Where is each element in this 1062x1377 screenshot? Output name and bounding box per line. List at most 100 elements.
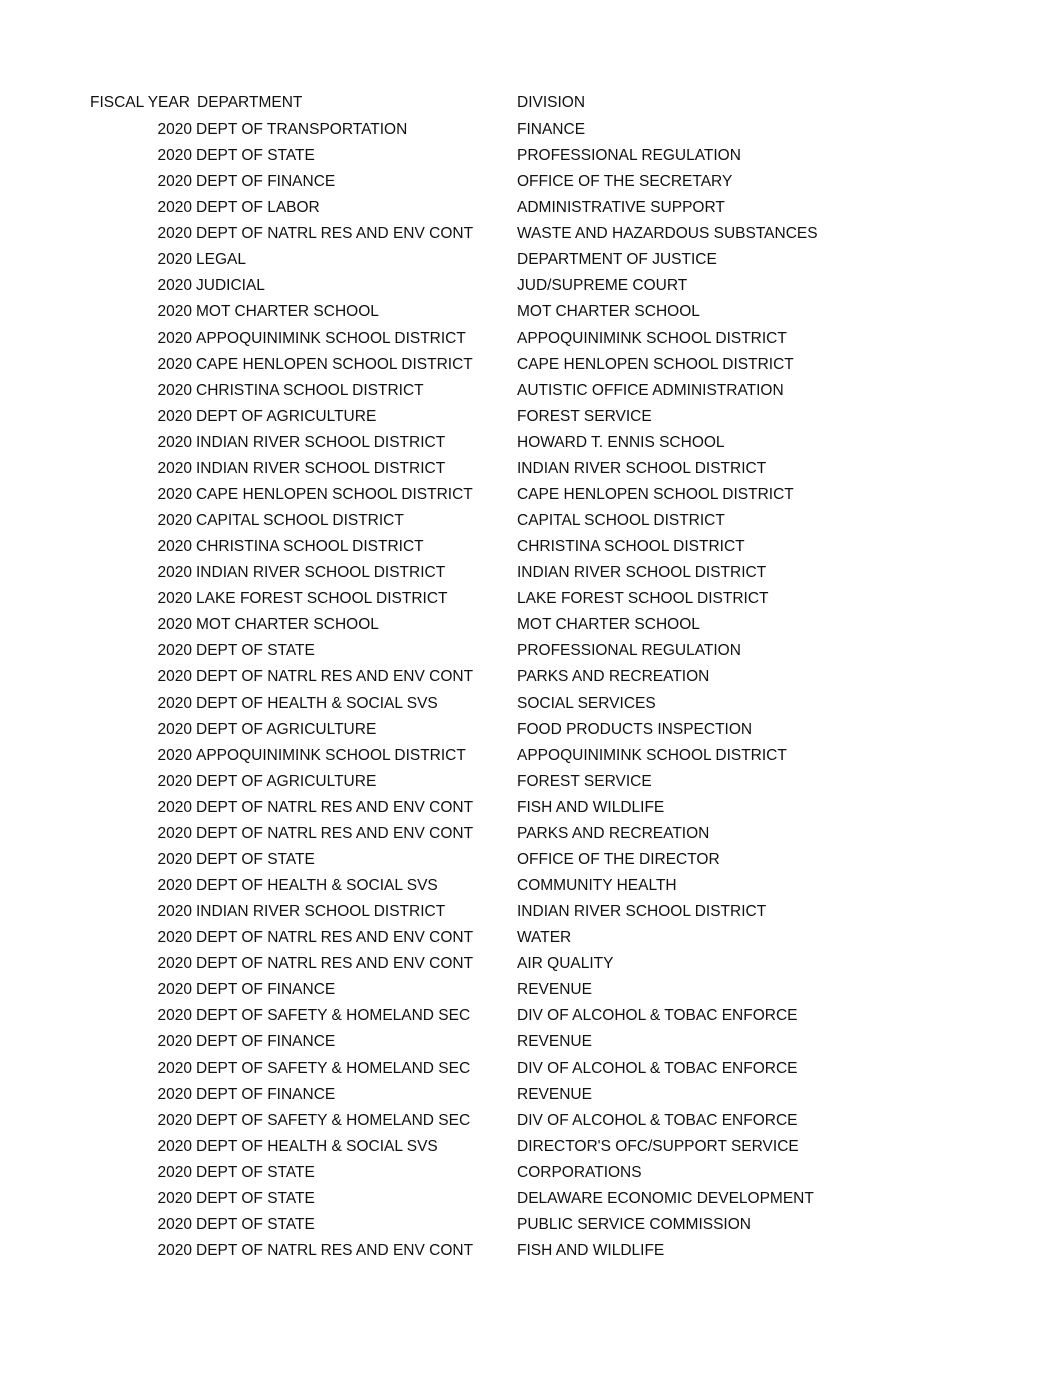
- fiscal-year-cell: 2020: [157, 407, 192, 425]
- department-cell: DEPT OF AGRICULTURE: [196, 772, 377, 790]
- department-cell: INDIAN RIVER SCHOOL DISTRICT: [196, 459, 446, 477]
- department-cell: DEPT OF HEALTH & SOCIAL SVS: [196, 694, 438, 712]
- division-cell: MOT CHARTER SCHOOL: [517, 616, 700, 634]
- fiscal-year-cell: 2020: [157, 121, 192, 138]
- fiscal-year-cell: 2020: [157, 798, 192, 816]
- table-row: 2020 DEPT OF NATRL RES AND ENV CONT WATER: [0, 925, 1062, 951]
- fiscal-year-cell: 2020: [157, 1242, 192, 1259]
- fiscal-year-cell: 2020: [157, 564, 192, 582]
- department-cell: DEPT OF SAFETY & HOMELAND SEC: [196, 1111, 471, 1129]
- header-row: FISCAL YEAR DEPARTMENT DIVISION: [0, 90, 1062, 116]
- division-cell: FINANCE: [517, 121, 586, 138]
- fiscal-year-cell: 2020: [157, 1111, 192, 1129]
- table-row: 2020 DEPT OF NATRL RES AND ENV CONT WASTE …: [0, 221, 1062, 247]
- department-cell: DEPT OF TRANSPORTATION: [196, 121, 408, 138]
- fiscal-year-cell: 2020: [157, 1059, 192, 1077]
- department-cell: DEPT OF HEALTH & SOCIAL SVS: [196, 1137, 438, 1155]
- department-cell: MOT CHARTER SCHOOL: [196, 303, 379, 321]
- division-cell: DEPARTMENT OF JUSTICE: [517, 251, 717, 269]
- fiscal-year-cell: 2020: [157, 173, 192, 191]
- table-row: 2020 DEPT OF HEALTH & SOCIAL SVS SOCIAL SE…: [0, 691, 1062, 717]
- division-cell: AIR QUALITY: [517, 955, 614, 973]
- department-cell: DEPT OF STATE: [196, 850, 315, 868]
- division-cell: DIRECTOR'S OFC/SUPPORT SERVICE: [517, 1137, 799, 1155]
- table-row: 2020 JUDICIAL JUD/SUPREME COURT: [0, 273, 1062, 299]
- table-row: 2020 CAPITAL SCHOOL DISTRICT CAPITAL SCHOO…: [0, 508, 1062, 534]
- table-row: 2020 INDIAN RIVER SCHOOL DISTRICT INDIAN R…: [0, 899, 1062, 925]
- table-row: 2020 LAKE FOREST SCHOOL DISTRICT LAKE FORE…: [0, 586, 1062, 612]
- fiscal-year-cell: 2020: [157, 147, 192, 165]
- table-row: 2020 DEPT OF NATRL RES AND ENV CONT FISH A…: [0, 1238, 1062, 1264]
- division-cell: CAPE HENLOPEN SCHOOL DISTRICT: [517, 485, 794, 503]
- fiscal-year-cell: 2020: [157, 616, 192, 634]
- division-cell: FOOD PRODUCTS INSPECTION: [517, 720, 753, 738]
- table-row: 2020 DEPT OF SAFETY & HOMELAND SEC DIV OF …: [0, 1108, 1062, 1134]
- division-cell: AUTISTIC OFFICE ADMINISTRATION: [517, 381, 784, 399]
- fiscal-year-cell: 2020: [157, 251, 192, 269]
- header-department: DEPARTMENT: [197, 94, 303, 111]
- department-cell: DEPT OF FINANCE: [196, 1033, 336, 1051]
- department-cell: APPOQUINIMINK SCHOOL DISTRICT: [196, 329, 466, 347]
- fiscal-year-cell: 2020: [157, 903, 192, 921]
- spreadsheet-page: FISCAL YEAR DEPARTMENT DIVISION 2020 DEPT…: [0, 0, 1062, 1377]
- division-cell: LAKE FOREST SCHOOL DISTRICT: [517, 590, 769, 608]
- division-cell: DIV OF ALCOHOL & TOBAC ENFORCE: [517, 1111, 798, 1129]
- division-cell: OFFICE OF THE DIRECTOR: [517, 850, 720, 868]
- fiscal-year-cell: 2020: [157, 642, 192, 660]
- department-cell: CAPITAL SCHOOL DISTRICT: [196, 512, 404, 530]
- table-row: 2020 DEPT OF FINANCE OFFICE OF THE SECRETA…: [0, 169, 1062, 195]
- department-cell: DEPT OF HEALTH & SOCIAL SVS: [196, 877, 438, 895]
- table-row: 2020 DEPT OF SAFETY & HOMELAND SEC DIV OF …: [0, 1003, 1062, 1029]
- department-cell: DEPT OF NATRL RES AND ENV CONT: [196, 668, 474, 686]
- department-cell: DEPT OF NATRL RES AND ENV CONT: [196, 225, 474, 243]
- department-cell: CHRISTINA SCHOOL DISTRICT: [196, 538, 424, 556]
- table-row: 2020 DEPT OF TRANSPORTATION FINANCE: [0, 117, 1062, 143]
- division-cell: DIV OF ALCOHOL & TOBAC ENFORCE: [517, 1059, 798, 1077]
- table-row: 2020 DEPT OF AGRICULTURE FOREST SERVICE: [0, 769, 1062, 795]
- fiscal-year-cell: 2020: [157, 433, 192, 451]
- fiscal-year-cell: 2020: [157, 746, 192, 764]
- division-cell: DIV OF ALCOHOL & TOBAC ENFORCE: [517, 1007, 798, 1025]
- table-row: 2020 DEPT OF LABOR ADMINISTRATIVE SUPPORT: [0, 195, 1062, 221]
- table-row: 2020 DEPT OF NATRL RES AND ENV CONT PARKS …: [0, 821, 1062, 847]
- division-cell: DELAWARE ECONOMIC DEVELOPMENT: [517, 1189, 814, 1207]
- department-cell: DEPT OF AGRICULTURE: [196, 720, 377, 738]
- table-row: 2020 DEPT OF STATE CORPORATIONS: [0, 1160, 1062, 1186]
- department-cell: CHRISTINA SCHOOL DISTRICT: [196, 381, 424, 399]
- department-cell: DEPT OF NATRL RES AND ENV CONT: [196, 929, 474, 947]
- department-cell: DEPT OF NATRL RES AND ENV CONT: [196, 1242, 474, 1259]
- division-cell: PARKS AND RECREATION: [517, 824, 710, 842]
- division-cell: REVENUE: [517, 1085, 592, 1103]
- department-cell: INDIAN RIVER SCHOOL DISTRICT: [196, 903, 446, 921]
- fiscal-year-cell: 2020: [157, 877, 192, 895]
- division-cell: SOCIAL SERVICES: [517, 694, 656, 712]
- division-cell: CAPE HENLOPEN SCHOOL DISTRICT: [517, 355, 794, 373]
- division-cell: WASTE AND HAZARDOUS SUBSTANCES: [517, 225, 818, 243]
- division-cell: JUD/SUPREME COURT: [517, 277, 688, 295]
- fiscal-year-cell: 2020: [157, 277, 192, 295]
- division-cell: INDIAN RIVER SCHOOL DISTRICT: [517, 459, 767, 477]
- department-cell: APPOQUINIMINK SCHOOL DISTRICT: [196, 746, 466, 764]
- department-cell: INDIAN RIVER SCHOOL DISTRICT: [196, 564, 446, 582]
- fiscal-year-cell: 2020: [157, 1085, 192, 1103]
- department-cell: DEPT OF NATRL RES AND ENV CONT: [196, 824, 474, 842]
- header-division: DIVISION: [517, 94, 586, 111]
- table-row: 2020 DEPT OF AGRICULTURE FOOD PRODUCTS INS…: [0, 717, 1062, 743]
- table-row: 2020 APPOQUINIMINK SCHOOL DISTRICT APPOQUI…: [0, 326, 1062, 352]
- table-row: 2020 DEPT OF AGRICULTURE FOREST SERVICE: [0, 404, 1062, 430]
- fiscal-year-cell: 2020: [157, 459, 192, 477]
- department-cell: DEPT OF STATE: [196, 642, 315, 660]
- table-row: 2020 DEPT OF HEALTH & SOCIAL SVS DIRECTOR'…: [0, 1134, 1062, 1160]
- fiscal-year-cell: 2020: [157, 850, 192, 868]
- table-row: 2020 APPOQUINIMINK SCHOOL DISTRICT APPOQUI…: [0, 743, 1062, 769]
- division-cell: APPOQUINIMINK SCHOOL DISTRICT: [517, 329, 787, 347]
- table-row: 2020 DEPT OF NATRL RES AND ENV CONT FISH A…: [0, 795, 1062, 821]
- table-row: 2020 DEPT OF SAFETY & HOMELAND SEC DIV OF …: [0, 1056, 1062, 1082]
- division-cell: FOREST SERVICE: [517, 407, 652, 425]
- department-cell: JUDICIAL: [196, 277, 265, 295]
- fiscal-year-cell: 2020: [157, 1189, 192, 1207]
- fiscal-year-cell: 2020: [157, 590, 192, 608]
- table-row: 2020 DEPT OF FINANCE REVENUE: [0, 1082, 1062, 1108]
- fiscal-year-cell: 2020: [157, 694, 192, 712]
- table-row: 2020 CHRISTINA SCHOOL DISTRICT CHRISTINA S…: [0, 534, 1062, 560]
